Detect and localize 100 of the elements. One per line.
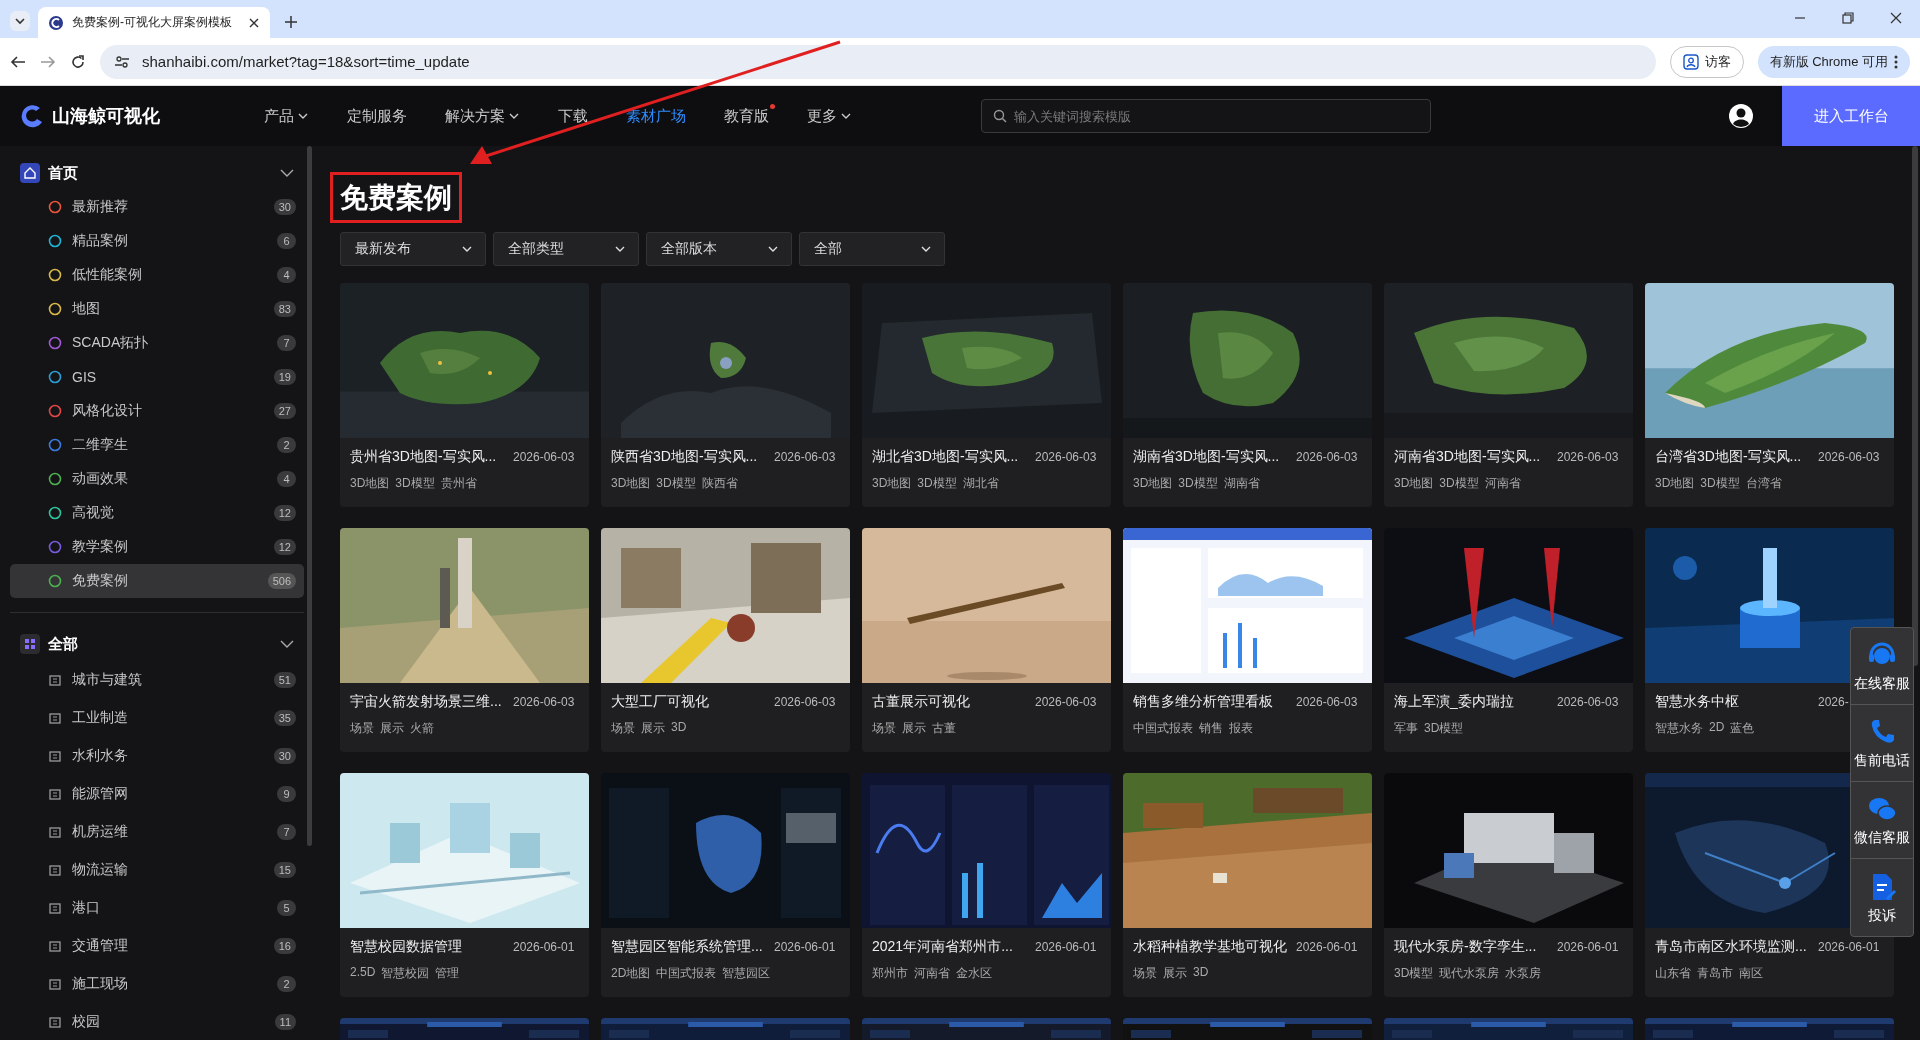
new-tab-icon[interactable] (284, 15, 298, 29)
sidebar-item[interactable]: 施工现场 2 (10, 965, 304, 1003)
sidebar-item[interactable]: 港口 5 (10, 889, 304, 927)
reload-icon[interactable] (70, 53, 86, 70)
service-button[interactable]: 在线客服 (1851, 628, 1913, 705)
sidebar-item[interactable]: 风格化设计 27 (10, 394, 304, 428)
card-date: 2026-06-01 (774, 940, 837, 954)
nav-item[interactable]: 解决方案 (426, 96, 539, 136)
scrollbar[interactable] (307, 146, 312, 846)
site-settings-icon[interactable] (114, 53, 130, 70)
scrollbar[interactable] (1912, 146, 1918, 666)
item-label: 港口 (72, 899, 101, 917)
card-title: 智慧园区智能系统管理... (611, 938, 763, 956)
card-title: 智慧校园数据管理 (350, 938, 462, 956)
tag-label: 南区 (1739, 965, 1763, 982)
case-card[interactable]: 古董展示可视化 2026-06-03 场景 展示 古董 (862, 528, 1111, 752)
case-card[interactable]: 智慧园区智能系统管理... 2026-06-01 2D地图 中国式报表 智慧园区 (601, 773, 850, 997)
filter-dropdown[interactable]: 最新发布 (340, 232, 486, 266)
filter-dropdown[interactable]: 全部 (799, 232, 945, 266)
sidebar-item[interactable]: 机房运维 7 (10, 813, 304, 851)
item-label: 工业制造 (72, 709, 129, 727)
case-card[interactable]: 陕西省3D地图-写实风... 2026-06-03 3D地图 3D模型 陕西省 (601, 283, 850, 507)
sidebar-item[interactable]: 水利水务 30 (10, 737, 304, 775)
site-favicon-icon (48, 14, 64, 31)
sidebar-item[interactable]: 精品案例 6 (10, 224, 304, 258)
close-icon[interactable] (248, 16, 260, 29)
sidebar-item[interactable]: 教学案例 12 (10, 530, 304, 564)
case-card[interactable]: 现代水泵房-数字孪生... 2026-06-01 3D模型 现代水泵房 水泵房 (1384, 773, 1633, 997)
case-card[interactable]: 2021年河南省郑州市... 2026-06-01 郑州市 河南省 金水区 (862, 773, 1111, 997)
service-button[interactable]: 售前电话 (1851, 705, 1913, 782)
tag-label: 3D地图 (1133, 475, 1173, 492)
tag-label: 中国式报表 (656, 965, 717, 982)
case-card[interactable]: 水稻种植教学基地可视化 2026-06-01 场景 展示 3D (1123, 773, 1372, 997)
card-title: 大型工厂可视化 (611, 693, 709, 711)
sidebar-item[interactable]: 低性能案例 4 (10, 258, 304, 292)
item-label: 机房运维 (72, 823, 129, 841)
case-card[interactable]: 智慧校园数据管理 2026-06-01 2.5D 智慧校园 管理 (340, 773, 589, 997)
update-button[interactable]: 有新版 Chrome 可用 (1757, 45, 1910, 78)
search-field[interactable]: 输入关键词搜索模版 (981, 99, 1431, 133)
sidebar-item[interactable]: 校园 11 (10, 1003, 304, 1040)
tag-label: 展示 (641, 720, 665, 737)
count-badge: 11 (274, 1014, 296, 1030)
card-date: 2026-06-01 (1818, 940, 1881, 954)
sidebar-item[interactable]: 能源管网 9 (10, 775, 304, 813)
case-card[interactable]: 河南省3D地图-写实风... 2026-06-03 3D地图 3D模型 河南省 (1384, 283, 1633, 507)
restore-icon[interactable] (1842, 12, 1854, 24)
item-label: 精品案例 (72, 232, 129, 250)
case-card[interactable]: 宇宙火箭发射场景三维... 2026-06-03 场景 展示 火箭 (340, 528, 589, 752)
browser-tab[interactable]: 免费案例-可视化大屏案例模板 (38, 7, 270, 38)
sidebar-item[interactable]: 物流运输 15 (10, 851, 304, 889)
nav-item[interactable]: 更多 (788, 96, 871, 136)
nav-item[interactable]: 教育版 (705, 96, 788, 136)
sidebar-item[interactable]: 二维孪生 2 (10, 428, 304, 462)
sidebar-item[interactable]: 高视觉 12 (10, 496, 304, 530)
back-icon[interactable] (10, 53, 26, 70)
card-date: 2026-06-03 (1818, 450, 1881, 464)
avatar-icon[interactable] (1728, 103, 1754, 129)
sidebar-item[interactable]: 交通管理 16 (10, 927, 304, 965)
forward-icon[interactable] (40, 53, 56, 70)
section-header[interactable]: 全部 (10, 627, 304, 661)
item-label: 风格化设计 (72, 402, 143, 420)
sidebar-item[interactable]: 工业制造 35 (10, 699, 304, 737)
workspace-button[interactable]: 进入工作台 (1782, 86, 1920, 146)
filter-dropdown[interactable]: 全部类型 (493, 232, 639, 266)
case-card[interactable]: 贵州省3D地图-写实风... 2026-06-03 3D地图 3D模型 贵州省 (340, 283, 589, 507)
card-date: 2026-06-03 (1557, 450, 1620, 464)
filter-dropdown[interactable]: 全部版本 (646, 232, 792, 266)
sidebar-item[interactable]: 动画效果 4 (10, 462, 304, 496)
card-date: 2026-06-03 (774, 695, 837, 709)
card-title: 宇宙火箭发射场景三维... (350, 693, 502, 711)
close-icon[interactable] (1890, 12, 1902, 24)
item-label: 低性能案例 (72, 266, 143, 284)
tab-list-icon[interactable] (8, 9, 32, 33)
count-badge: 30 (273, 199, 296, 215)
sidebar-item[interactable]: SCADA拓扑 7 (10, 326, 304, 360)
sidebar-item[interactable]: 最新推荐 30 (10, 190, 304, 224)
sidebar-item[interactable]: GIS 19 (10, 360, 304, 394)
case-card[interactable]: 台湾省3D地图-写实风... 2026-06-03 3D地图 3D模型 台湾省 (1645, 283, 1894, 507)
nav-item[interactable]: 产品 (245, 96, 328, 136)
tag-label: 3D地图 (350, 475, 390, 492)
nav-item[interactable]: 定制服务 (328, 96, 426, 136)
address-bar[interactable]: shanhaibi.com/market?tag=18&sort=time_update (100, 44, 1656, 79)
sidebar-item[interactable]: 城市与建筑 51 (10, 661, 304, 699)
case-card[interactable]: 海上军演_委内瑞拉 2026-06-03 军事 3D模型 (1384, 528, 1633, 752)
sidebar-item[interactable]: 地图 83 (10, 292, 304, 326)
sidebar-item[interactable]: 免费案例 506 (10, 564, 304, 598)
card-title: 智慧水务中枢 (1655, 693, 1739, 711)
tag-label: 展示 (902, 720, 926, 737)
tag-label: 3D地图 (1394, 475, 1434, 492)
card-title: 销售多维分析管理看板 (1133, 693, 1273, 711)
count-badge: 9 (277, 786, 296, 802)
item-label: 能源管网 (72, 785, 129, 803)
nav-item[interactable]: 下载 (539, 96, 607, 136)
service-button[interactable]: 微信客服 (1851, 782, 1913, 859)
case-card[interactable]: 销售多维分析管理看板 2026-06-03 中国式报表 销售 报表 (1123, 528, 1372, 752)
profile-button[interactable]: 访客 (1669, 45, 1744, 78)
card-date: 2026-06-03 (1296, 450, 1359, 464)
case-card[interactable]: 大型工厂可视化 2026-06-03 场景 展示 3D (601, 528, 850, 752)
section-header[interactable]: 首页 (10, 156, 304, 190)
case-card[interactable]: 湖北省3D地图-写实风... 2026-06-03 3D地图 3D模型 湖北省 (862, 283, 1111, 507)
